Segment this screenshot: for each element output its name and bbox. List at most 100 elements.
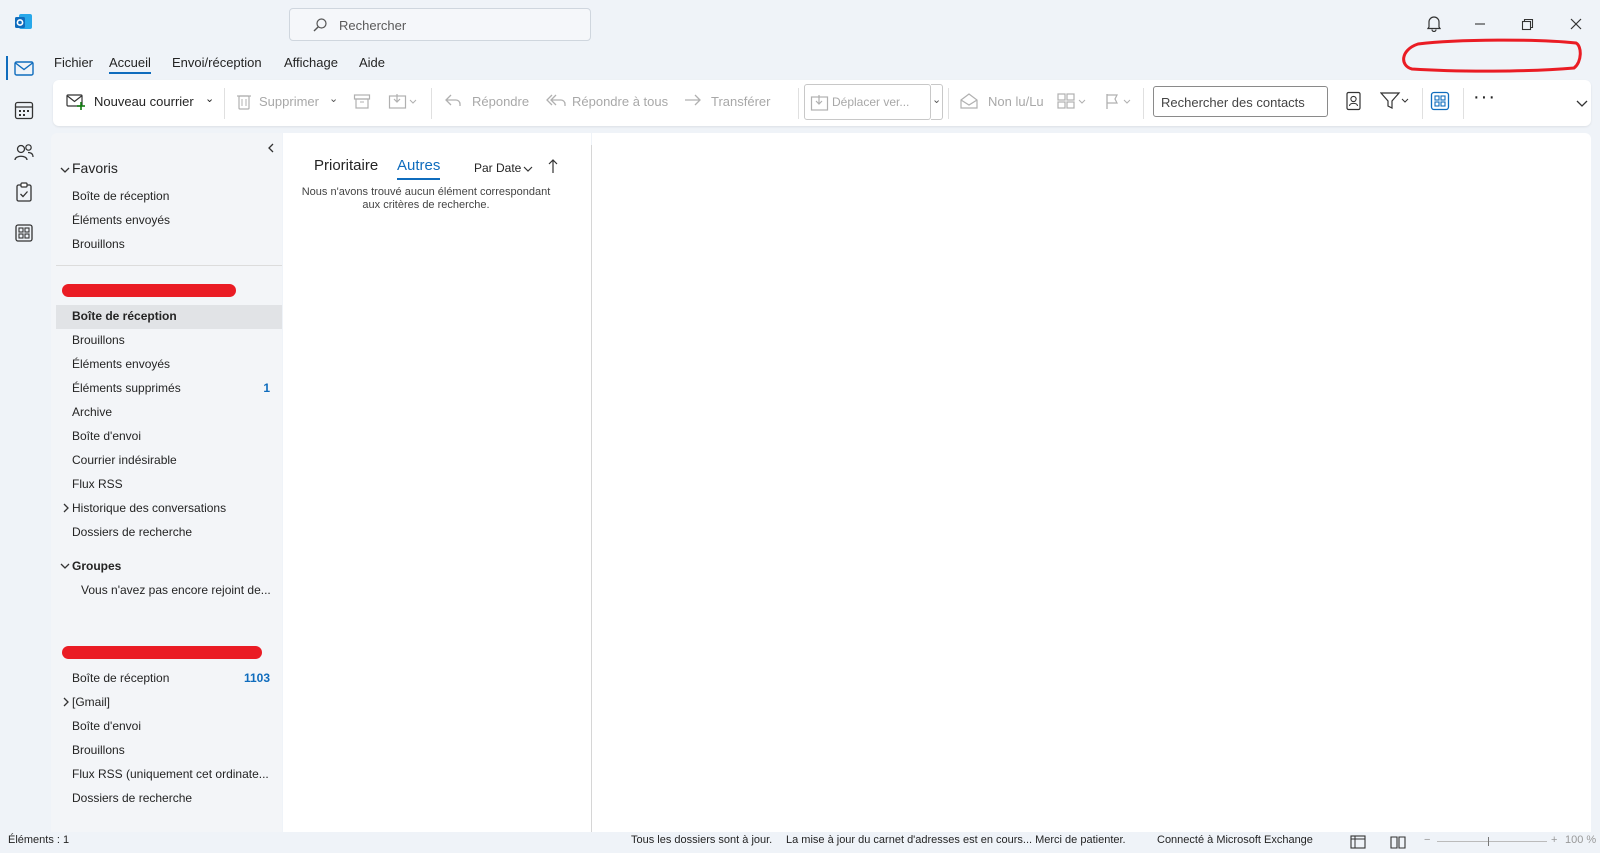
divider (1422, 88, 1423, 119)
redacted-account-name (62, 646, 262, 659)
forward-button[interactable]: Transférer (711, 94, 770, 109)
favorite-inbox[interactable]: Boîte de réception (72, 189, 169, 203)
favorite-drafts[interactable]: Brouillons (72, 237, 125, 251)
new-mail-button[interactable]: Nouveau courrier (94, 94, 194, 109)
tab-other[interactable]: Autres (397, 157, 441, 180)
folder-rss-local[interactable]: Flux RSS (uniquement cet ordinate... (72, 767, 269, 781)
mail-icon[interactable] (13, 57, 35, 79)
people-icon[interactable] (13, 141, 35, 163)
zoom-in-button[interactable]: + (1551, 834, 1557, 846)
favorites-header[interactable]: Favoris (72, 160, 118, 176)
folder-outbox[interactable]: Boîte d'envoi (72, 719, 141, 733)
sort-by-date-button[interactable]: Par Date (474, 161, 521, 175)
chevron-down-icon[interactable] (59, 164, 71, 176)
menu-aide[interactable]: Aide (359, 55, 385, 70)
chevron-down-icon[interactable]: ⌄ (205, 92, 214, 105)
folder-search-folders[interactable]: Dossiers de recherche (72, 525, 192, 539)
zoom-out-button[interactable]: − (1424, 834, 1430, 846)
close-button[interactable] (1567, 15, 1585, 33)
move-icon (810, 94, 830, 112)
zoom-slider-thumb[interactable] (1488, 837, 1489, 846)
divider (431, 88, 432, 119)
groups-header[interactable]: Groupes (72, 559, 121, 573)
zoom-slider[interactable] (1437, 841, 1547, 842)
menu-envoi-reception[interactable]: Envoi/réception (172, 55, 262, 70)
folder-archive[interactable]: Archive (72, 405, 112, 419)
folder-inbox[interactable]: Boîte de réception (72, 671, 169, 685)
move-to-dropdown[interactable]: ⌄ (931, 84, 943, 120)
folder-search-folders[interactable]: Dossiers de recherche (72, 791, 192, 805)
tasks-icon[interactable] (13, 181, 35, 203)
tab-focused[interactable]: Prioritaire (314, 157, 378, 174)
empty-message-line: aux critères de recherche. (362, 199, 490, 211)
reply-all-button[interactable]: Répondre à tous (572, 94, 668, 109)
divider (1463, 88, 1464, 119)
chevron-down-icon[interactable] (1575, 96, 1589, 110)
favorite-sent[interactable]: Éléments envoyés (72, 213, 170, 227)
bell-icon[interactable] (1425, 14, 1443, 32)
folder-drafts[interactable]: Brouillons (72, 333, 125, 347)
filter-icon[interactable] (1380, 91, 1412, 111)
folder-sent[interactable]: Éléments envoyés (72, 357, 170, 371)
collapse-pane-icon[interactable] (266, 142, 276, 154)
folder-conversation-history[interactable]: Historique des conversations (72, 501, 226, 515)
chevron-down-icon[interactable] (59, 560, 71, 572)
forward-icon (683, 92, 703, 108)
reply-button[interactable]: Répondre (472, 94, 529, 109)
chevron-down-icon: ⌄ (932, 94, 942, 106)
menu-accueil[interactable]: Accueil (109, 55, 151, 74)
contact-search-placeholder: Rechercher des contacts (1161, 95, 1305, 110)
chevron-down-icon[interactable]: ⌄ (329, 92, 338, 105)
new-mail-icon[interactable] (66, 92, 86, 110)
menu-affichage[interactable]: Affichage (284, 55, 338, 70)
empty-message-line: Nous n'avons trouvé aucun élément corres… (301, 186, 551, 198)
reading-view-icon[interactable] (1390, 835, 1406, 849)
move-to-label: Déplacer ver... (832, 95, 910, 109)
reply-all-icon (545, 92, 567, 108)
calendar-icon[interactable] (13, 99, 35, 121)
search-placeholder: Rechercher (339, 18, 407, 33)
contact-search-input[interactable]: Rechercher des contacts (1153, 86, 1328, 117)
chevron-right-icon[interactable] (61, 696, 71, 708)
address-book-status: La mise à jour du carnet d'adresses est … (786, 834, 1126, 846)
apps-icon[interactable] (13, 222, 35, 244)
rail-active-indicator (6, 56, 8, 80)
normal-view-icon[interactable] (1350, 835, 1366, 849)
zoom-level[interactable]: 100 % (1565, 834, 1596, 846)
folder-rss[interactable]: Flux RSS (72, 477, 123, 491)
view-layout-icon[interactable] (1430, 91, 1450, 111)
search-icon (312, 17, 328, 33)
folder-junk[interactable]: Courrier indésirable (72, 453, 177, 467)
flag-icon[interactable] (1104, 92, 1136, 110)
folder-drafts[interactable]: Brouillons (72, 743, 125, 757)
categorize-icon[interactable] (1057, 92, 1089, 110)
divider (1143, 88, 1144, 119)
connection-status[interactable]: Connecté à Microsoft Exchange (1157, 834, 1313, 846)
chevron-down-icon[interactable] (522, 163, 534, 175)
trash-icon (236, 92, 252, 110)
archive-icon (353, 92, 371, 110)
search-box[interactable]: Rechercher (289, 8, 591, 41)
unread-read-button[interactable]: Non lu/Lu (988, 94, 1044, 109)
folder-deleted[interactable]: Éléments supprimés (72, 381, 181, 395)
folder-outbox[interactable]: Boîte d'envoi (72, 429, 141, 443)
inbox-count-badge: 1103 (243, 671, 270, 685)
folder-inbox[interactable]: Boîte de réception (72, 309, 177, 323)
items-count: Éléments : 1 (8, 834, 70, 846)
envelope-open-icon (959, 92, 979, 110)
menu-fichier[interactable]: Fichier (54, 55, 93, 70)
groups-empty-text: Vous n'avez pas encore rejoint de... (81, 583, 271, 597)
minimize-button[interactable] (1471, 15, 1489, 33)
chevron-right-icon[interactable] (61, 502, 71, 514)
more-options-icon[interactable]: ··· (1473, 86, 1496, 109)
divider (798, 88, 799, 119)
move-to-button[interactable]: Déplacer ver... (804, 84, 931, 120)
folder-gmail[interactable]: [Gmail] (72, 695, 110, 709)
divider (948, 88, 949, 119)
sort-direction-arrow-icon[interactable] (547, 158, 559, 174)
delete-button[interactable]: Supprimer (259, 94, 319, 109)
divider (56, 265, 282, 266)
move-folder-icon (388, 92, 418, 110)
restore-button[interactable] (1518, 15, 1536, 33)
address-book-icon[interactable] (1345, 91, 1363, 111)
